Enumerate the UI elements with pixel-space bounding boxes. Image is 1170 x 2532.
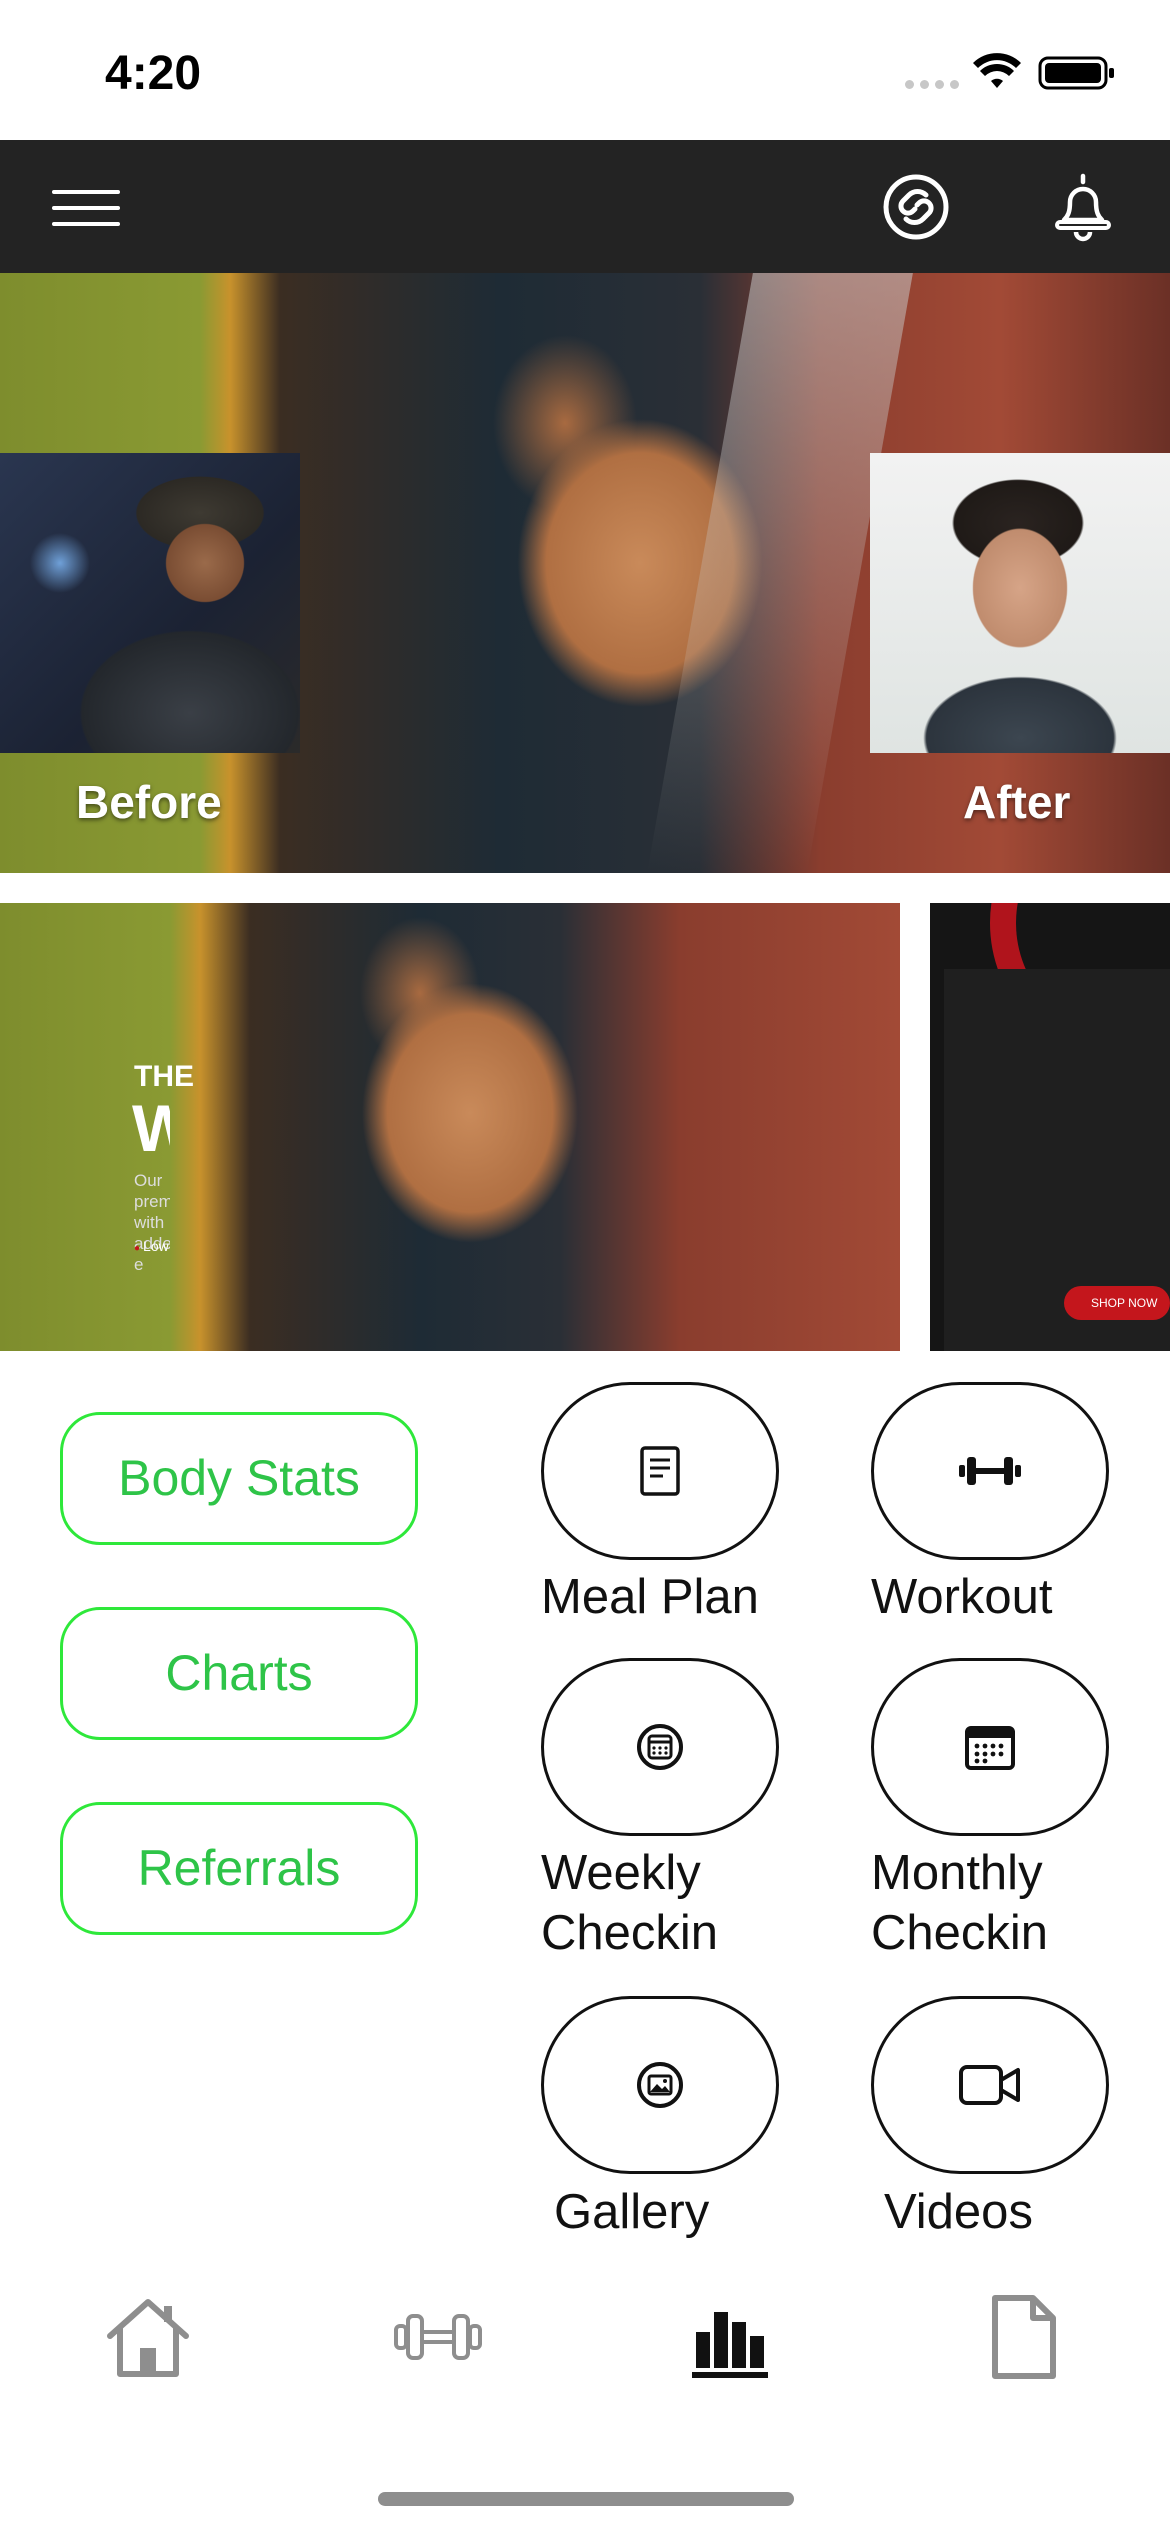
banner-whey-promo[interactable] — [930, 903, 1170, 1351]
after-photo — [870, 453, 1170, 753]
gallery-label: Gallery — [554, 2185, 710, 2239]
brand-logo-icon[interactable] — [882, 173, 950, 241]
image-icon — [637, 2062, 683, 2108]
workout-button[interactable] — [871, 1382, 1109, 1560]
videos-button[interactable] — [871, 1996, 1109, 2174]
battery-icon — [1038, 56, 1114, 90]
promo-title-big: WHEY — [132, 1091, 170, 1165]
meal-plan-button[interactable] — [541, 1382, 779, 1560]
bell-icon[interactable] — [1050, 170, 1116, 242]
weekly-checkin-label: Weekly Checkin — [541, 1846, 719, 1960]
calendar-circle-icon — [637, 1724, 683, 1770]
promo-description: Our premium with added e — [134, 1171, 170, 1274]
promo-bullet-1: Low Sugar — [134, 1238, 170, 1254]
status-time: 4:20 — [105, 47, 202, 100]
before-label: Before — [76, 776, 222, 828]
signal-icon — [905, 80, 960, 90]
app-header — [0, 140, 1170, 273]
status-bar: 4:20 — [0, 0, 1170, 140]
dumbbell-icon[interactable] — [390, 2292, 486, 2382]
promo-title-small: THE — [134, 1060, 194, 1093]
gallery-button[interactable] — [541, 1996, 779, 2174]
workout-label: Workout — [871, 1570, 1053, 1624]
video-camera-icon — [959, 2065, 1020, 2105]
dumbbell-icon — [959, 1457, 1021, 1485]
home-indicator — [378, 2492, 794, 2506]
monthly-checkin-button[interactable] — [871, 1658, 1109, 1836]
monthly-checkin-label: Monthly Checkin — [871, 1846, 1049, 1960]
charts-button[interactable]: Charts — [60, 1607, 418, 1740]
body-stats-button[interactable]: Body Stats — [60, 1412, 418, 1545]
referrals-button[interactable]: Referrals — [60, 1802, 418, 1935]
calendar-icon — [965, 1726, 1015, 1770]
promo-shop-now-button[interactable]: SHOP NOW — [1064, 1286, 1170, 1320]
before-photo — [0, 453, 300, 753]
weekly-checkin-button[interactable] — [541, 1658, 779, 1836]
bar-chart-icon[interactable] — [682, 2292, 778, 2382]
after-label: After — [963, 776, 1071, 828]
hamburger-menu-icon[interactable] — [52, 190, 120, 226]
file-icon[interactable] — [975, 2292, 1071, 2382]
wifi-icon — [973, 53, 1021, 88]
document-icon — [640, 1446, 680, 1496]
videos-label: Videos — [884, 2185, 1033, 2239]
home-icon[interactable] — [100, 2292, 196, 2382]
meal-plan-label: Meal Plan — [541, 1570, 759, 1624]
